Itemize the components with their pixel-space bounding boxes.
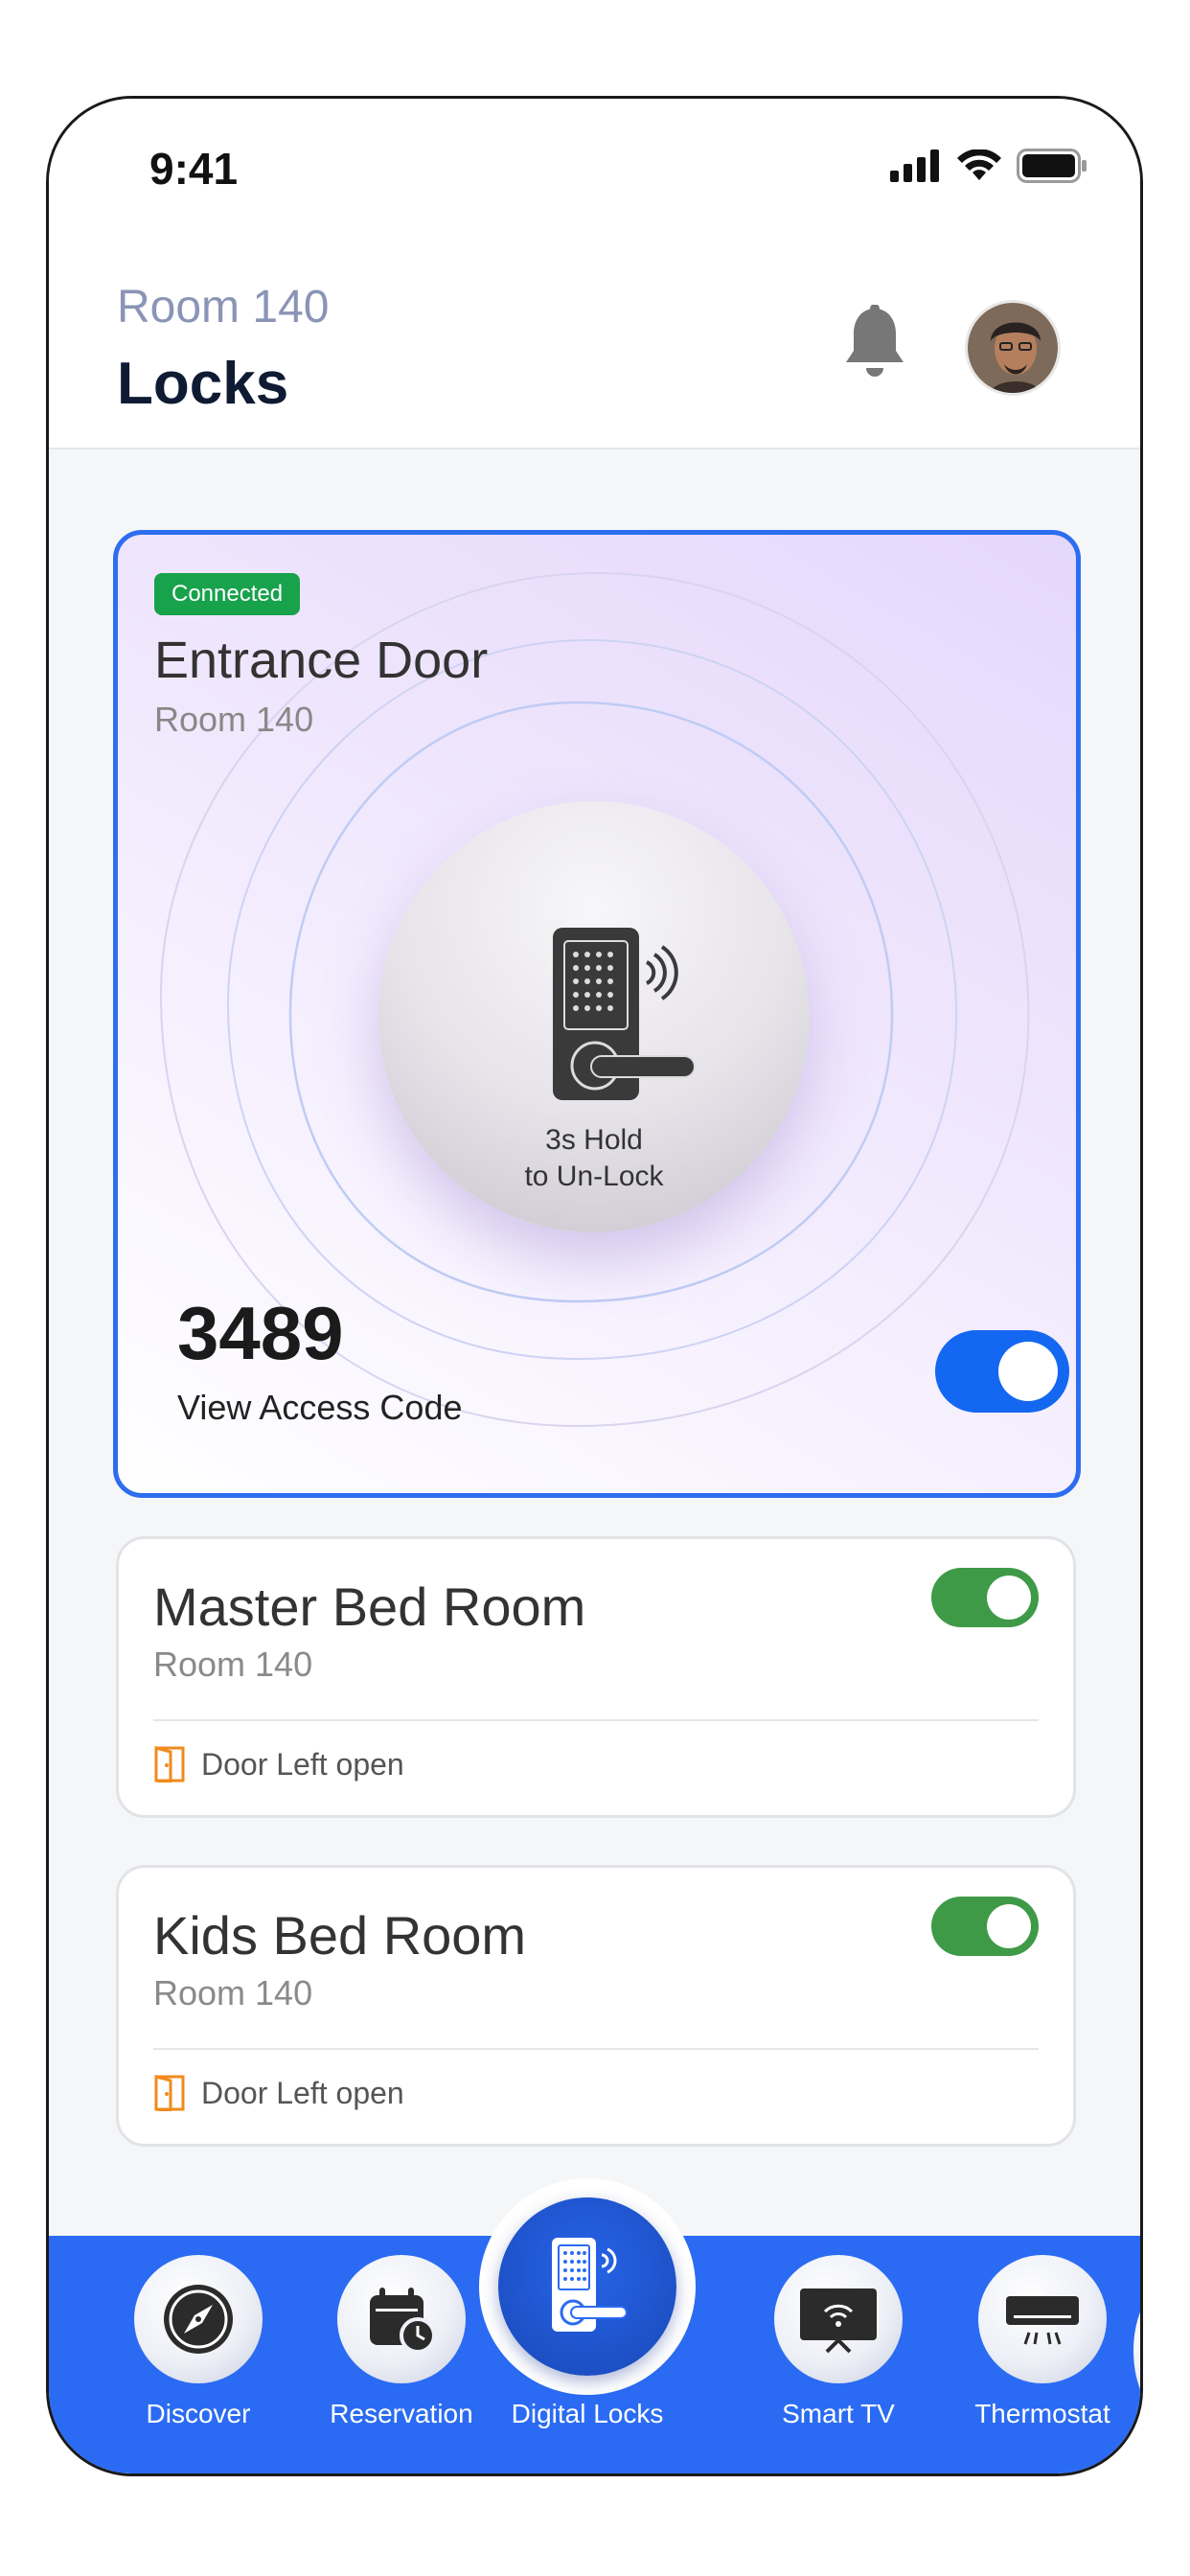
- divider: [153, 2048, 1039, 2050]
- nav-thermostat[interactable]: Thermostat: [971, 2255, 1114, 2429]
- access-code: 3489: [177, 1291, 344, 1375]
- smart-tv-icon: [800, 2288, 877, 2354]
- phone-frame: 9:41 Room 140 Locks Connected Entrance D…: [46, 96, 1143, 2476]
- room-card-title: Kids Bed Room: [153, 1905, 527, 1966]
- master-bed-room-toggle[interactable]: [931, 1568, 1039, 1627]
- nav-circle: [774, 2255, 903, 2383]
- door-status-text: Door Left open: [201, 1746, 404, 1782]
- door-status: Door Left open: [153, 1746, 404, 1782]
- cellular-signal-icon: [890, 150, 939, 182]
- master-bed-room-card[interactable]: Master Bed Room Room 140 Door Left open: [116, 1536, 1076, 1818]
- nav-label-discover: Discover: [146, 2399, 251, 2428]
- kids-bed-room-toggle[interactable]: [931, 1897, 1039, 1956]
- nav-smart-tv[interactable]: Smart TV: [767, 2255, 910, 2429]
- lock-title: Entrance Door: [154, 632, 489, 689]
- wifi-icon: [957, 150, 1001, 180]
- calendar-clock-icon: [370, 2288, 436, 2354]
- toggle-knob: [987, 1904, 1031, 1948]
- nav-discover[interactable]: Discover: [126, 2255, 270, 2429]
- user-avatar[interactable]: [965, 300, 1061, 396]
- nav-label-smart-tv: Smart TV: [782, 2399, 895, 2428]
- door-status: Door Left open: [153, 2075, 404, 2111]
- header-room: Room 140: [117, 282, 330, 333]
- nav-label-reservation: Reservation: [330, 2399, 473, 2428]
- room-card-room: Room 140: [153, 1644, 313, 1684]
- unlock-hint-line2: to Un-Lock: [524, 1161, 664, 1192]
- connected-badge: Connected: [154, 573, 301, 615]
- status-time: 9:41: [149, 144, 239, 194]
- digital-lock-icon: [552, 2238, 628, 2332]
- nav-digital-locks-button[interactable]: [498, 2197, 676, 2376]
- divider: [153, 1719, 1039, 1721]
- compass-icon: [164, 2285, 233, 2354]
- nav-circle: [134, 2255, 263, 2383]
- status-icons: [890, 149, 1087, 183]
- page-title: Locks: [117, 351, 289, 417]
- door-open-icon: [154, 1746, 185, 1782]
- entrance-door-card[interactable]: Connected Entrance Door Room 140 3s Hold…: [113, 530, 1081, 1498]
- toggle-knob: [998, 1342, 1058, 1401]
- nav-label-digital-locks[interactable]: Digital Locks: [492, 2399, 683, 2429]
- lock-room: Room 140: [154, 700, 314, 739]
- toggle-knob: [987, 1576, 1031, 1620]
- view-access-code-link[interactable]: View Access Code: [177, 1388, 463, 1428]
- battery-icon: [1017, 149, 1087, 183]
- digital-lock-icon: [553, 928, 696, 1100]
- unlock-hint-line1: 3s Hold: [545, 1124, 643, 1156]
- unlock-hint: 3s Hold to Un-Lock: [378, 1122, 810, 1195]
- nav-reservation[interactable]: Reservation: [330, 2255, 473, 2429]
- hold-to-unlock-button[interactable]: 3s Hold to Un-Lock: [378, 801, 810, 1232]
- room-card-room: Room 140: [153, 1973, 313, 2012]
- door-status-text: Door Left open: [201, 2075, 404, 2110]
- entrance-lock-toggle[interactable]: [935, 1330, 1069, 1413]
- kids-bed-room-card[interactable]: Kids Bed Room Room 140 Door Left open: [116, 1865, 1076, 2147]
- air-conditioner-icon: [1006, 2296, 1079, 2345]
- nav-circle: [978, 2255, 1107, 2383]
- nav-circle: [337, 2255, 466, 2383]
- nav-label-thermostat: Thermostat: [974, 2399, 1110, 2428]
- room-card-title: Master Bed Room: [153, 1576, 586, 1637]
- notification-bell-icon[interactable]: [840, 305, 909, 381]
- door-open-icon: [154, 2075, 185, 2111]
